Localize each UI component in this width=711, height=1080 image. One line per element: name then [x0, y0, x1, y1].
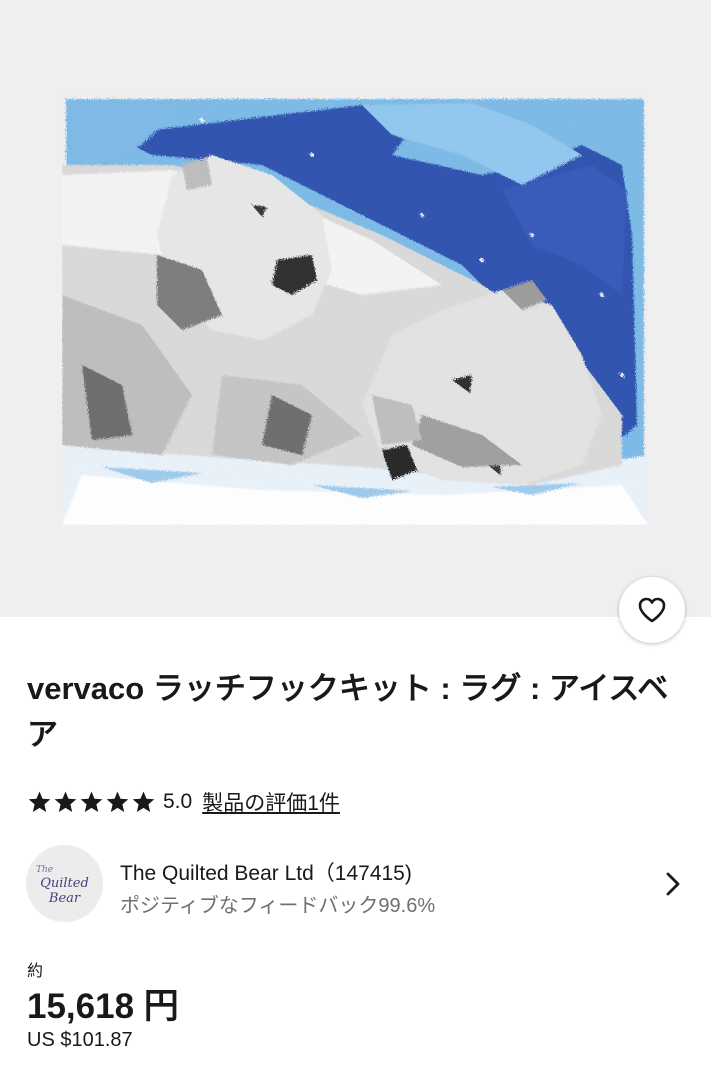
rating-row: 5.0 製品の評価1件 — [27, 786, 340, 818]
favorite-button[interactable] — [619, 577, 685, 643]
star-icon — [132, 791, 155, 812]
product-image[interactable] — [62, 95, 648, 525]
seller-logo-small-text: The — [36, 865, 54, 875]
seller-feedback: ポジティブなフィードバック99.6% — [120, 895, 436, 917]
product-image-area[interactable] — [0, 0, 711, 617]
product-title: vervaco ラッチフックキット : ラグ : アイスベア — [27, 671, 669, 752]
rating-value: 5.0 — [163, 790, 193, 813]
seller-avatar: The Quilted Bear — [26, 845, 103, 922]
star-icon — [28, 791, 51, 812]
reviews-link[interactable]: 製品の評価1件 — [202, 787, 340, 817]
seller-logo-text: Quilted Bear — [40, 876, 89, 906]
star-icon — [54, 791, 77, 812]
seller-row[interactable]: The Quilted Bear The Quilted Bear Ltd（14… — [0, 840, 711, 928]
heart-outline-icon — [638, 597, 666, 623]
price-jpy: 15,618 円 — [27, 987, 179, 1026]
chevron-right-icon — [666, 872, 680, 896]
seller-name: The Quilted Bear Ltd（147415) — [120, 862, 412, 885]
star-icon — [80, 791, 103, 812]
star-rating — [27, 790, 157, 814]
star-icon — [106, 791, 129, 812]
price-usd: US $101.87 — [27, 1029, 133, 1051]
